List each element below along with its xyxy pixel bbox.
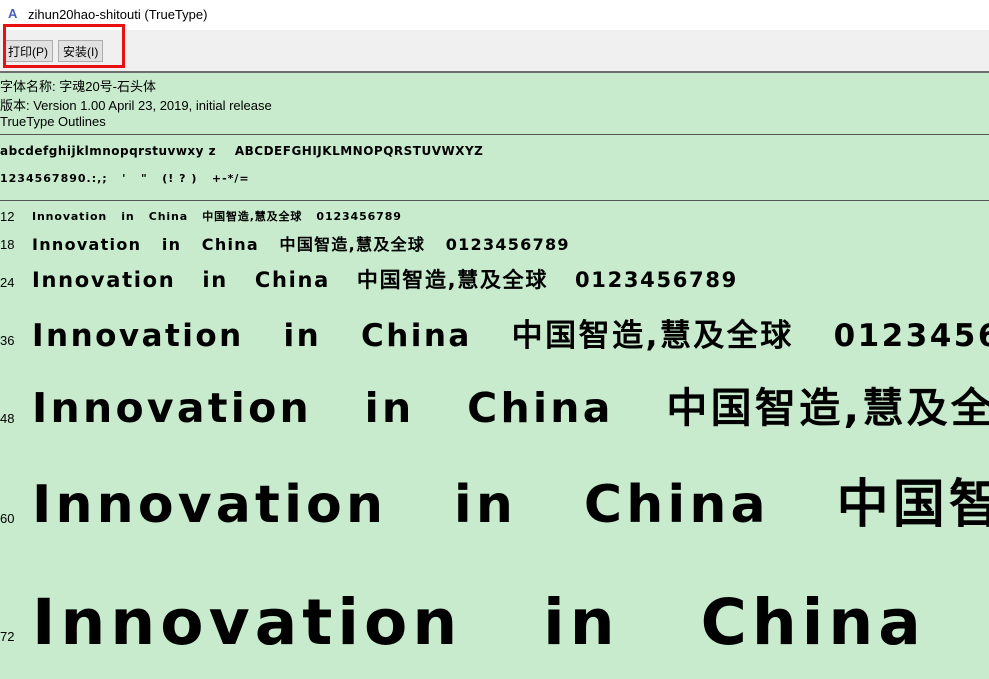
sample-text: Innovation in China 中国智造,慧及全球 0123456789 — [32, 318, 989, 354]
sample-row-36: 36 Innovation in China 中国智造,慧及全球 0123456… — [0, 298, 989, 358]
charset-symbols: 1234567890.:,; ' " (! ? ) +-*/= — [0, 172, 250, 185]
charset-letters: abcdefghijklmnopqrstuvwxy z ABCDEFGHIJKL… — [0, 144, 484, 158]
sample-row-24: 24 Innovation in China 中国智造,慧及全球 0123456… — [0, 258, 989, 298]
sample-row-72: 72 Innovation in China 中国智造,慧及全球 0123456… — [0, 538, 989, 679]
font-name: 字体名称: 字魂20号-石头体 — [0, 79, 157, 94]
size-label: 24 — [0, 275, 15, 290]
size-label: 60 — [0, 511, 15, 526]
sample-row-12: 12 Innovation in China 中国智造,慧及全球 0123456… — [0, 206, 989, 228]
font-file-icon: A — [8, 6, 18, 21]
toolbar: 打印(P) 安装(I) — [0, 30, 989, 73]
size-label: 36 — [0, 333, 15, 348]
window-title: zihun20hao-shitouti (TrueType) — [28, 7, 208, 22]
divider — [0, 200, 989, 201]
highlight-box — [3, 24, 125, 68]
size-label: 18 — [0, 237, 15, 252]
sample-text: Innovation in China 中国智造,慧及全球 0123456789 — [32, 235, 570, 254]
font-outline-type: TrueType Outlines — [0, 114, 106, 129]
sample-text: Innovation in China 中国智造,慧及全球 0123456789 — [32, 475, 989, 535]
size-label: 12 — [0, 209, 15, 224]
sample-text: Innovation in China 中国智造,慧及全球 0123456789 — [32, 586, 926, 659]
size-label: 48 — [0, 411, 15, 426]
size-label: 72 — [0, 629, 15, 644]
sample-text: Innovation in China 中国智造,慧及全球 0123456789 — [32, 384, 989, 432]
sample-row-60: 60 Innovation in China 中国智造,慧及全球 0123456… — [0, 438, 989, 538]
sample-text: Innovation in China 中国智造,慧及全球 0123456789 — [32, 210, 402, 223]
divider — [0, 134, 989, 135]
sample-text: Innovation in China 中国智造,慧及全球 0123456789 — [32, 268, 738, 292]
sample-row-48: 48 Innovation in China 中国智造,慧及全球 0123456… — [0, 358, 989, 438]
font-version: 版本: Version 1.00 April 23, 2019, initial… — [0, 98, 272, 113]
title-bar: A zihun20hao-shitouti (TrueType) — [0, 0, 989, 30]
sample-row-18: 18 Innovation in China 中国智造,慧及全球 0123456… — [0, 228, 989, 258]
